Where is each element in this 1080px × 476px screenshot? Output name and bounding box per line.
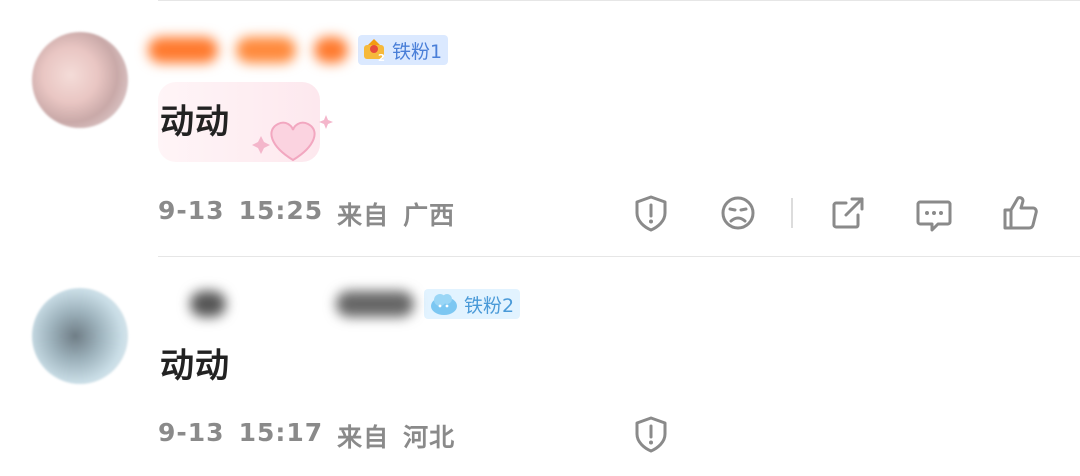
action-divider xyxy=(791,198,793,228)
shield-alert-icon[interactable] xyxy=(631,193,671,233)
avatar[interactable] xyxy=(32,32,128,128)
fan-badge[interactable]: 2 铁粉1 xyxy=(358,35,449,65)
comment-location: 广西 xyxy=(403,201,456,230)
cloud-badge-icon xyxy=(431,294,457,315)
badge-label: 铁粉1 xyxy=(392,40,443,63)
username[interactable] xyxy=(190,291,414,317)
share-icon[interactable] xyxy=(828,193,868,233)
from-label: 来自 xyxy=(337,423,390,452)
fan-badge[interactable]: 铁粉2 xyxy=(424,289,521,319)
comment-item: 2 铁粉1 动动 9-13 15:25 来自 广西 xyxy=(0,0,1080,256)
avatar[interactable] xyxy=(32,288,128,384)
comment-time: 15:17 xyxy=(238,418,324,447)
frown-icon[interactable] xyxy=(718,193,758,233)
comment-text: 动动 xyxy=(160,346,230,386)
thumbs-up-icon[interactable] xyxy=(1001,193,1041,233)
comment-date: 9-13 xyxy=(158,418,225,447)
crown-badge-icon: 2 xyxy=(364,39,385,63)
comment-icon[interactable] xyxy=(914,194,954,234)
comment-item: 铁粉2 动动 9-13 15:17 来自 河北 xyxy=(0,256,1080,476)
badge-label: 铁粉2 xyxy=(464,294,515,317)
svg-text:2: 2 xyxy=(378,53,385,63)
username[interactable] xyxy=(148,37,348,63)
from-label: 来自 xyxy=(337,201,390,230)
heart-sticker-icon xyxy=(252,115,333,162)
comment-meta: 9-13 15:17 来自 河北 xyxy=(158,418,455,454)
comment-location: 河北 xyxy=(403,423,456,452)
username-row: 2 铁粉1 xyxy=(148,30,449,70)
username-row: 铁粉2 xyxy=(190,284,521,324)
shield-alert-icon[interactable] xyxy=(631,414,671,454)
comment-date: 9-13 xyxy=(158,196,225,225)
comment-text: 动动 xyxy=(160,102,230,142)
comment-meta: 9-13 15:25 来自 广西 xyxy=(158,196,455,232)
comment-time: 15:25 xyxy=(238,196,324,225)
